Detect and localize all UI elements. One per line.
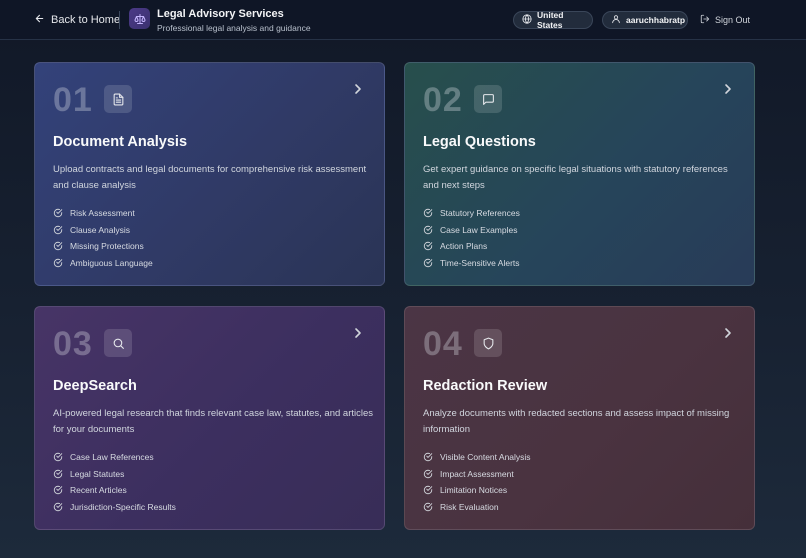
scales-icon bbox=[129, 8, 150, 29]
list-item: Legal Statutes bbox=[53, 466, 176, 483]
globe-icon bbox=[522, 14, 532, 26]
feature-label: Visible Content Analysis bbox=[440, 452, 531, 463]
list-item: Missing Protections bbox=[53, 238, 153, 255]
page-title: Legal Advisory Services bbox=[157, 8, 284, 20]
feature-label: Case Law Examples bbox=[440, 224, 518, 235]
header-divider bbox=[119, 11, 120, 29]
page-subtitle: Professional legal analysis and guidance bbox=[157, 23, 311, 33]
feature-label: Risk Assessment bbox=[70, 208, 135, 219]
document-icon bbox=[104, 85, 132, 113]
card-number: 01 bbox=[53, 81, 93, 119]
feature-label: Jurisdiction-Specific Results bbox=[70, 502, 176, 513]
sign-out-label: Sign Out bbox=[715, 15, 751, 25]
card-title: DeepSearch bbox=[53, 378, 137, 394]
feature-label: Statutory References bbox=[440, 208, 520, 219]
user-icon bbox=[611, 14, 621, 26]
list-item: Ambiguous Language bbox=[53, 255, 153, 272]
check-circle-icon bbox=[53, 486, 63, 495]
chevron-right-icon bbox=[355, 84, 361, 94]
check-circle-icon bbox=[53, 469, 63, 479]
list-item: Action Plans bbox=[423, 238, 520, 255]
list-item: Visible Content Analysis bbox=[423, 449, 531, 466]
feature-list: Visible Content Analysis Impact Assessme… bbox=[423, 449, 531, 515]
feature-label: Action Plans bbox=[440, 241, 488, 252]
chevron-right-icon bbox=[725, 328, 731, 338]
check-circle-icon bbox=[423, 242, 433, 251]
check-circle-icon bbox=[423, 209, 433, 218]
card-description: Get expert guidance on specific legal si… bbox=[423, 164, 728, 191]
chevron-right-icon bbox=[355, 328, 361, 338]
feature-label: Impact Assessment bbox=[440, 468, 514, 479]
check-circle-icon bbox=[53, 453, 63, 462]
back-label: Back to Home bbox=[51, 14, 121, 26]
user-menu[interactable]: aaruchhabratp bbox=[602, 11, 688, 29]
feature-list: Statutory References Case Law Examples A… bbox=[423, 205, 520, 271]
card-description: Analyze documents with redacted sections… bbox=[423, 408, 730, 435]
check-circle-icon bbox=[423, 486, 433, 495]
arrow-left-icon bbox=[34, 13, 45, 27]
check-circle-icon bbox=[423, 469, 433, 479]
logout-icon bbox=[700, 14, 710, 26]
sign-out-button[interactable]: Sign Out bbox=[700, 13, 750, 27]
card-title: Document Analysis bbox=[53, 134, 188, 150]
list-item: Case Law Examples bbox=[423, 222, 520, 239]
card-number: 03 bbox=[53, 325, 93, 363]
card-number: 02 bbox=[423, 81, 463, 119]
list-item: Case Law References bbox=[53, 449, 176, 466]
country-selector[interactable]: United States bbox=[513, 10, 593, 30]
chat-bubble-icon bbox=[474, 85, 502, 113]
card-number: 04 bbox=[423, 325, 463, 363]
feature-list: Case Law References Legal Statutes Recen… bbox=[53, 449, 176, 515]
check-circle-icon bbox=[423, 225, 433, 235]
country-label: United States bbox=[537, 10, 564, 30]
feature-list: Risk Assessment Clause Analysis Missing … bbox=[53, 205, 153, 271]
feature-label: Recent Articles bbox=[70, 485, 127, 496]
check-circle-icon bbox=[53, 502, 63, 512]
list-item: Clause Analysis bbox=[53, 222, 153, 239]
card-redaction-review[interactable]: 04 Redaction Review Analyze documents wi… bbox=[404, 306, 755, 530]
check-circle-icon bbox=[423, 502, 433, 512]
card-legal-questions[interactable]: 02 Legal Questions Get expert guidance o… bbox=[404, 62, 755, 286]
feature-label: Risk Evaluation bbox=[440, 502, 499, 513]
list-item: Limitation Notices bbox=[423, 482, 531, 499]
list-item: Impact Assessment bbox=[423, 466, 531, 483]
card-deepsearch[interactable]: 03 DeepSearch AI-powered legal research … bbox=[34, 306, 385, 530]
feature-label: Ambiguous Language bbox=[70, 258, 153, 269]
check-circle-icon bbox=[53, 258, 63, 268]
check-circle-icon bbox=[53, 225, 63, 235]
feature-label: Time-Sensitive Alerts bbox=[440, 258, 520, 269]
check-circle-icon bbox=[423, 453, 433, 462]
top-bar: Back to Home Legal Advisory Services Pro… bbox=[0, 0, 806, 40]
check-circle-icon bbox=[423, 258, 433, 268]
chevron-right-icon bbox=[725, 84, 731, 94]
check-circle-icon bbox=[53, 242, 63, 251]
card-description: Upload contracts and legal documents for… bbox=[53, 164, 367, 191]
shield-icon bbox=[474, 329, 502, 357]
feature-label: Case Law References bbox=[70, 452, 154, 463]
list-item: Risk Evaluation bbox=[423, 499, 531, 516]
list-item: Statutory References bbox=[423, 205, 520, 222]
card-title: Redaction Review bbox=[423, 378, 548, 394]
search-icon bbox=[104, 329, 132, 357]
feature-label: Limitation Notices bbox=[440, 485, 508, 496]
list-item: Risk Assessment bbox=[53, 205, 153, 222]
username-label: aaruchhabratp bbox=[626, 15, 686, 25]
feature-label: Clause Analysis bbox=[70, 224, 131, 235]
feature-label: Legal Statutes bbox=[70, 468, 125, 479]
feature-label: Missing Protections bbox=[70, 241, 144, 252]
back-to-home-button[interactable]: Back to Home bbox=[34, 11, 120, 29]
list-item: Time-Sensitive Alerts bbox=[423, 255, 520, 272]
list-item: Recent Articles bbox=[53, 482, 176, 499]
card-description: AI-powered legal research that finds rel… bbox=[53, 408, 374, 435]
list-item: Jurisdiction-Specific Results bbox=[53, 499, 176, 516]
check-circle-icon bbox=[53, 209, 63, 218]
card-document-analysis[interactable]: 01 Document Analysis Upload contracts an… bbox=[34, 62, 385, 286]
card-title: Legal Questions bbox=[423, 134, 536, 150]
